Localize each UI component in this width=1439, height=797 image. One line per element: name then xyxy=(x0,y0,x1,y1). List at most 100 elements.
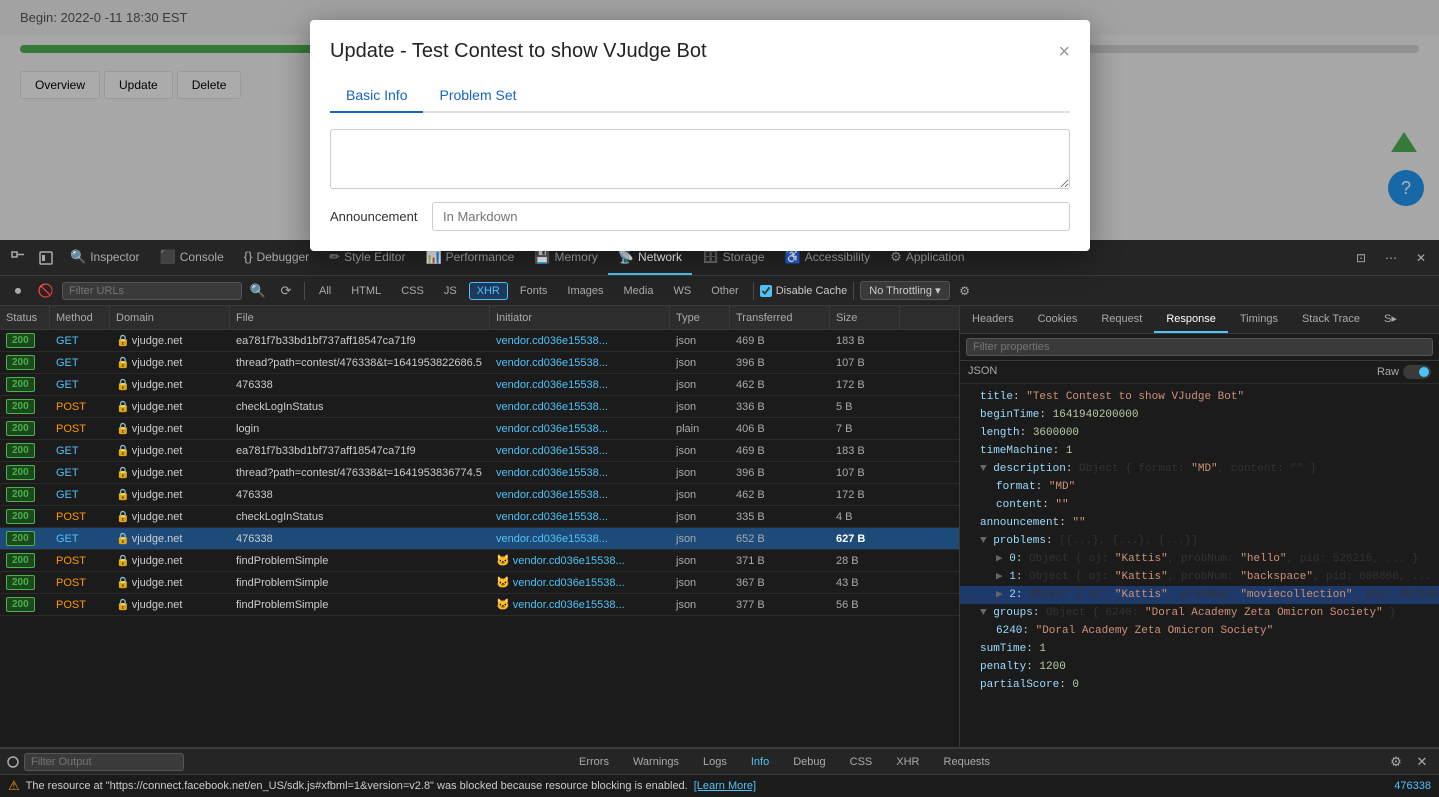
filter-icon[interactable] xyxy=(6,755,20,769)
bottom-toolbar: Errors Warnings Logs Info Debug CSS XHR … xyxy=(0,749,1439,775)
tab-headers[interactable]: Headers xyxy=(960,306,1026,333)
devtools-picker-icon[interactable] xyxy=(4,244,32,272)
filter-images[interactable]: Images xyxy=(559,282,611,300)
tab-more[interactable]: S▸ xyxy=(1372,306,1409,333)
disable-cache-checkbox[interactable] xyxy=(760,285,772,297)
col-header-method[interactable]: Method xyxy=(50,306,110,329)
modal-content-textarea[interactable] xyxy=(330,129,1070,189)
json-line: length: 3600000 xyxy=(960,424,1439,442)
console-settings-button[interactable]: ⚙ xyxy=(1385,751,1407,773)
table-row[interactable]: 200 GET 🔒vjudge.net 476338 vendor.cd036e… xyxy=(0,484,959,506)
table-row[interactable]: 200 POST 🔒vjudge.net findProblemSimple 🐱… xyxy=(0,594,959,616)
console-message: ⚠ The resource at "https://connect.faceb… xyxy=(0,775,1439,797)
json-line: partialScore: 0 xyxy=(960,676,1439,694)
col-header-transferred[interactable]: Transferred xyxy=(730,306,830,329)
table-row[interactable]: 200 POST 🔒vjudge.net checkLogInStatus ve… xyxy=(0,396,959,418)
filter-xhr[interactable]: XHR xyxy=(469,282,508,300)
filter-urls-input[interactable] xyxy=(62,282,242,300)
table-row[interactable]: 200 GET 🔒vjudge.net ea781f7b33bd1bf737af… xyxy=(0,440,959,462)
tab-inspector[interactable]: 🔍 Inspector xyxy=(60,240,150,275)
bottom-console: Errors Warnings Logs Info Debug CSS XHR … xyxy=(0,747,1439,797)
raw-toggle[interactable]: Raw xyxy=(1377,365,1431,379)
more-options-button[interactable]: ⋯ xyxy=(1377,244,1405,272)
raw-switch[interactable] xyxy=(1403,365,1431,379)
search-button[interactable]: 🔍 xyxy=(246,279,270,303)
raw-switch-dot xyxy=(1419,367,1429,377)
tab-console-label: Console xyxy=(180,250,224,264)
table-row[interactable]: 200 GET 🔒vjudge.net 476338 vendor.cd036e… xyxy=(0,374,959,396)
json-line: sumTime: 1 xyxy=(960,640,1439,658)
close-devtools-button[interactable]: ✕ xyxy=(1407,244,1435,272)
tab-xhr[interactable]: XHR xyxy=(886,754,929,770)
col-header-file[interactable]: File xyxy=(230,306,490,329)
response-filter-input[interactable] xyxy=(966,338,1433,356)
tab-cookies[interactable]: Cookies xyxy=(1026,306,1090,333)
filter-css[interactable]: CSS xyxy=(393,282,432,300)
network-toolbar: ⏺ 🚫 🔍 ⟳ All HTML CSS JS XHR Fonts Images… xyxy=(0,276,1439,306)
tab-info[interactable]: Info xyxy=(741,754,779,770)
tab-logs[interactable]: Logs xyxy=(693,754,737,770)
table-row[interactable]: 200 POST 🔒vjudge.net login vendor.cd036e… xyxy=(0,418,959,440)
warning-text: The resource at "https://connect.faceboo… xyxy=(26,780,688,792)
modal-tabs: Basic Info Problem Set xyxy=(330,79,1070,113)
filter-all[interactable]: All xyxy=(311,282,339,300)
json-line: ▼ description: Object { format: "MD", co… xyxy=(960,460,1439,478)
tab-warnings[interactable]: Warnings xyxy=(623,754,689,770)
throttle-button[interactable]: No Throttling ▾ xyxy=(860,281,949,300)
col-header-status[interactable]: Status xyxy=(0,306,50,329)
table-row[interactable]: 200 GET 🔒vjudge.net 476338 vendor.cd036e… xyxy=(0,528,959,550)
json-content: title: "Test Contest to show VJudge Bot"… xyxy=(960,384,1439,797)
tab-timings[interactable]: Timings xyxy=(1228,306,1290,333)
col-header-size[interactable]: Size xyxy=(830,306,900,329)
filter-js[interactable]: JS xyxy=(436,282,465,300)
modal-tab-problem-set[interactable]: Problem Set xyxy=(423,79,532,113)
tab-application-label: Application xyxy=(906,250,965,264)
expand-button[interactable]: ⊡ xyxy=(1347,244,1375,272)
tab-debugger-label: Debugger xyxy=(256,250,309,264)
clear-button[interactable]: 🚫 xyxy=(34,279,58,303)
filter-media[interactable]: Media xyxy=(615,282,661,300)
tab-debugger[interactable]: {} Debugger xyxy=(234,240,319,275)
filter-fonts[interactable]: Fonts xyxy=(512,282,556,300)
tab-stack-trace[interactable]: Stack Trace xyxy=(1290,306,1372,333)
json-line: ▼ groups: Object { 6240: "Doral Academy … xyxy=(960,604,1439,622)
disable-cache-label[interactable]: Disable Cache xyxy=(760,285,848,297)
tab-errors[interactable]: Errors xyxy=(569,754,619,770)
tab-debug[interactable]: Debug xyxy=(783,754,835,770)
filter-ws[interactable]: WS xyxy=(665,282,699,300)
tab-storage-label: Storage xyxy=(723,250,765,264)
devtools-console-icon[interactable] xyxy=(32,244,60,272)
table-row[interactable]: 200 POST 🔒vjudge.net findProblemSimple 🐱… xyxy=(0,572,959,594)
console-close-button[interactable]: ✕ xyxy=(1411,751,1433,773)
table-row[interactable]: 200 GET 🔒vjudge.net thread?path=contest/… xyxy=(0,352,959,374)
filter-html[interactable]: HTML xyxy=(343,282,389,300)
tab-console[interactable]: ⬛ Console xyxy=(150,240,234,275)
separator xyxy=(304,282,305,300)
table-row[interactable]: 200 GET 🔒vjudge.net thread?path=contest/… xyxy=(0,462,959,484)
table-row[interactable]: 200 POST 🔒vjudge.net checkLogInStatus ve… xyxy=(0,506,959,528)
console-filter-input[interactable] xyxy=(24,753,184,771)
modal-close-button[interactable]: × xyxy=(1058,42,1070,62)
learn-more-link[interactable]: [Learn More] xyxy=(694,780,756,792)
tab-css[interactable]: CSS xyxy=(840,754,883,770)
tab-requests[interactable]: Requests xyxy=(934,754,1000,770)
col-header-domain[interactable]: Domain xyxy=(110,306,230,329)
record-button[interactable]: ⏺ xyxy=(6,279,30,303)
reload-button[interactable]: ⟳ xyxy=(274,279,298,303)
json-label-text: JSON xyxy=(968,365,997,379)
table-row[interactable]: 200 GET 🔒vjudge.net ea781f7b33bd1bf737af… xyxy=(0,330,959,352)
devtools-panel: 🔍 Inspector ⬛ Console {} Debugger ✏ Styl… xyxy=(0,240,1439,797)
tab-response[interactable]: Response xyxy=(1154,306,1228,333)
network-settings-button[interactable]: ⚙ xyxy=(954,280,976,302)
tab-accessibility-label: Accessibility xyxy=(805,250,870,264)
filter-other[interactable]: Other xyxy=(703,282,747,300)
table-row[interactable]: 200 POST 🔒vjudge.net findProblemSimple 🐱… xyxy=(0,550,959,572)
tab-performance-label: Performance xyxy=(446,250,515,264)
col-header-type[interactable]: Type xyxy=(670,306,730,329)
modal-tab-basic-info[interactable]: Basic Info xyxy=(330,79,423,113)
col-header-initiator[interactable]: Initiator xyxy=(490,306,670,329)
announcement-input[interactable] xyxy=(432,202,1070,231)
tab-request[interactable]: Request xyxy=(1089,306,1154,333)
network-panel: Status Method Domain File Initiator Type… xyxy=(0,306,960,797)
console-icon: ⬛ xyxy=(160,249,176,265)
